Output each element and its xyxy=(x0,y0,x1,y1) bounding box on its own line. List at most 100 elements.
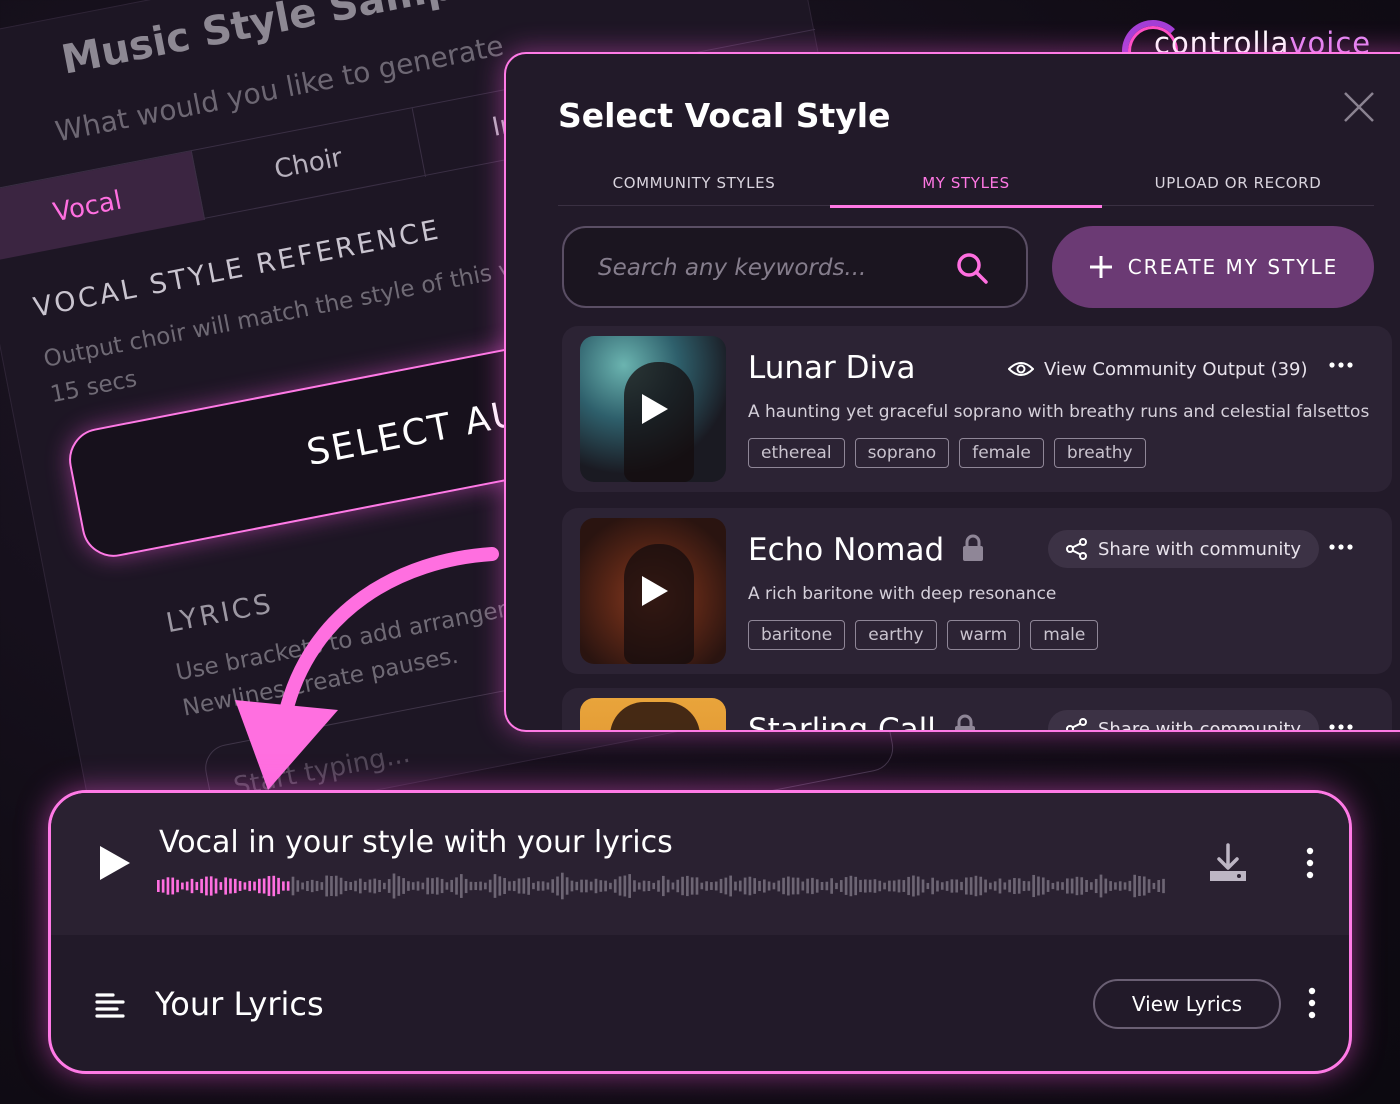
more-options-icon[interactable] xyxy=(1328,542,1354,552)
waveform-bar xyxy=(647,880,651,891)
view-lyrics-button[interactable]: View Lyrics xyxy=(1093,979,1281,1029)
waveform-bar xyxy=(1080,877,1084,895)
waveform[interactable] xyxy=(157,871,1167,901)
track-title: Vocal in your style with your lyrics xyxy=(159,825,673,860)
waveform-bar xyxy=(503,877,506,895)
more-options-icon[interactable] xyxy=(1328,722,1354,732)
waveform-bar xyxy=(181,882,184,890)
waveform-bar xyxy=(262,878,266,894)
tab-upload-or-record[interactable]: UPLOAD OR RECORD xyxy=(1102,160,1374,206)
waveform-bar xyxy=(767,881,771,891)
waveform-bar xyxy=(522,878,526,894)
waveform-bar xyxy=(291,876,295,896)
style-card-echo-nomad[interactable]: Echo Nomad Share with community A rich b… xyxy=(562,508,1392,674)
waveform-bar xyxy=(979,876,983,896)
waveform-bar xyxy=(1066,878,1069,894)
tag[interactable]: soprano xyxy=(854,438,950,468)
waveform-bar xyxy=(940,882,944,890)
tag[interactable]: warm xyxy=(946,620,1021,650)
play-icon[interactable] xyxy=(97,843,133,883)
waveform-bar xyxy=(1114,882,1117,890)
waveform-bar xyxy=(974,875,978,897)
view-community-output-button[interactable]: View Community Output (39) xyxy=(1008,354,1308,384)
waveform-bar xyxy=(926,882,930,890)
waveform-bar xyxy=(811,877,814,895)
waveform-bar xyxy=(1099,874,1103,898)
share-with-community-button[interactable]: Share with community xyxy=(1048,710,1320,730)
background-tab-vocal[interactable]: Vocal xyxy=(0,150,206,263)
background-tab-choir[interactable]: Choir xyxy=(191,108,427,220)
waveform-bar xyxy=(868,879,872,893)
waveform-bar xyxy=(642,880,646,892)
search-icon[interactable] xyxy=(954,250,990,286)
download-icon[interactable] xyxy=(1207,843,1249,883)
waveform-bar xyxy=(334,875,338,897)
waveform-bar xyxy=(844,877,848,895)
tag[interactable]: female xyxy=(959,438,1044,468)
style-thumbnail[interactable] xyxy=(580,336,726,482)
waveform-bar xyxy=(628,874,631,898)
tag[interactable]: male xyxy=(1030,620,1099,650)
waveform-bar xyxy=(859,879,862,893)
tag[interactable]: ethereal xyxy=(748,438,845,468)
more-options-icon[interactable] xyxy=(1328,360,1354,370)
tag[interactable]: breathy xyxy=(1053,438,1146,468)
lock-icon xyxy=(963,534,983,561)
waveform-bar xyxy=(1013,877,1016,895)
waveform-bar xyxy=(662,875,665,897)
waveform-bar xyxy=(209,876,213,896)
style-tags: ethereal soprano female breathy xyxy=(748,438,1146,468)
waveform-bar xyxy=(839,880,843,892)
waveform-bar xyxy=(383,882,386,890)
share-icon xyxy=(1066,538,1087,560)
waveform-bar xyxy=(878,880,882,892)
waveform-bar xyxy=(1027,881,1031,891)
waveform-bar xyxy=(931,877,934,895)
waveform-bar xyxy=(445,882,449,890)
waveform-bar xyxy=(1061,882,1064,890)
waveform-bar xyxy=(815,879,819,893)
waveform-bar xyxy=(969,877,973,895)
waveform-bar xyxy=(440,878,444,894)
waveform-bar xyxy=(455,877,458,895)
waveform-bar xyxy=(171,877,175,895)
tab-community-styles[interactable]: COMMUNITY STYLES xyxy=(558,160,830,206)
search-box xyxy=(562,226,1028,308)
search-input[interactable] xyxy=(598,250,928,286)
waveform-bar xyxy=(508,881,511,891)
waveform-bar xyxy=(243,882,247,890)
waveform-bar xyxy=(1051,882,1055,890)
style-thumbnail[interactable] xyxy=(580,698,726,730)
waveform-bar xyxy=(561,872,564,900)
waveform-bar xyxy=(695,877,699,895)
waveform-bar xyxy=(392,873,396,899)
waveform-bar xyxy=(657,880,660,892)
waveform-bar xyxy=(835,882,838,890)
style-card-lunar-diva[interactable]: Lunar Diva View Community Output (39) A … xyxy=(562,326,1392,492)
tag[interactable]: earthy xyxy=(855,620,937,650)
waveform-bar xyxy=(1162,878,1165,894)
waveform-bar xyxy=(344,881,348,891)
waveform-bar xyxy=(989,882,992,890)
waveform-bar xyxy=(907,876,910,896)
tag[interactable]: baritone xyxy=(748,620,846,650)
waveform-bar xyxy=(1085,880,1088,892)
share-with-community-button[interactable]: Share with community xyxy=(1048,530,1320,568)
waveform-bar xyxy=(652,882,656,890)
style-card-starling-call[interactable]: Starling Call Share with community xyxy=(562,688,1392,732)
waveform-bar xyxy=(864,879,867,893)
lyrics-row: Your Lyrics View Lyrics xyxy=(51,935,1349,1071)
tab-my-styles[interactable]: MY STYLES xyxy=(830,160,1102,208)
play-icon[interactable] xyxy=(640,574,670,608)
waveform-bar xyxy=(363,881,367,891)
play-icon[interactable] xyxy=(640,392,670,426)
waveform-bar xyxy=(474,881,478,891)
more-options-vertical-icon[interactable] xyxy=(1307,987,1317,1019)
waveform-bar xyxy=(666,879,670,893)
style-thumbnail[interactable] xyxy=(580,518,726,664)
waveform-bar xyxy=(517,878,521,894)
create-my-style-button[interactable]: CREATE MY STYLE xyxy=(1052,226,1374,308)
waveform-bar xyxy=(214,878,218,894)
more-options-vertical-icon[interactable] xyxy=(1305,847,1315,879)
close-icon[interactable] xyxy=(1342,90,1376,124)
